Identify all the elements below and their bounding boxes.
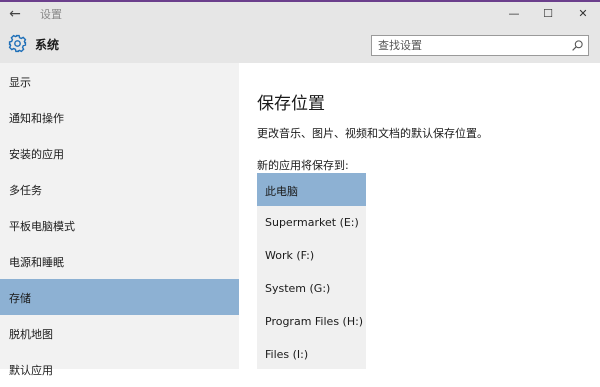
dropdown-option-system[interactable]: System (G:) <box>257 272 366 305</box>
dropdown-option-label: System (G:) <box>265 282 331 295</box>
sidebar-item-multitasking[interactable]: 多任务 <box>0 171 239 207</box>
dropdown-option-label: Supermarket (E:) <box>265 216 359 229</box>
maximize-icon: ☐ <box>543 7 553 20</box>
main-content: 保存位置 更改音乐、图片、视频和文档的默认保存位置。 新的应用将保存到: 此电脑… <box>239 63 600 369</box>
window-title: 设置 <box>40 8 62 21</box>
close-icon: ✕ <box>578 7 588 20</box>
sidebar-item-label: 默认应用 <box>9 364 53 377</box>
sidebar-item-label: 脱机地图 <box>9 328 53 341</box>
page-title: 保存位置 <box>257 94 325 114</box>
dropdown-option-label: Program Files (H:) <box>265 315 364 328</box>
close-button[interactable]: ✕ <box>566 2 600 25</box>
sidebar: 显示 通知和操作 安装的应用 多任务 平板电脑模式 电源和睡眠 存储 脱机地图 … <box>0 63 239 377</box>
sidebar-item-default-apps[interactable]: 默认应用 <box>0 351 239 387</box>
dropdown-option-this-pc[interactable]: 此电脑 <box>257 173 366 206</box>
sidebar-item-power-sleep[interactable]: 电源和睡眠 <box>0 243 239 279</box>
save-location-label: 新的应用将保存到: <box>257 159 349 172</box>
sidebar-item-display[interactable]: 显示 <box>0 63 239 99</box>
sidebar-item-label: 显示 <box>9 76 31 89</box>
sidebar-item-label: 存储 <box>9 292 31 305</box>
dropdown-option-label: Files (I:) <box>265 348 309 361</box>
section-description: 更改音乐、图片、视频和文档的默认保存位置。 <box>257 127 488 140</box>
settings-header: 系统 <box>0 25 600 63</box>
search-input[interactable] <box>378 38 563 53</box>
gear-icon <box>8 34 27 53</box>
dropdown-option-label: 此电脑 <box>265 185 298 198</box>
minimize-button[interactable]: — <box>497 2 531 25</box>
dropdown-option-label: Work (F:) <box>265 249 315 262</box>
sidebar-item-storage[interactable]: 存储 <box>0 279 239 315</box>
search-box[interactable] <box>371 35 589 56</box>
back-arrow-icon: ← <box>9 5 21 22</box>
sidebar-item-label: 安装的应用 <box>9 148 64 161</box>
back-button[interactable]: ← <box>0 2 30 25</box>
dropdown-option-supermarket[interactable]: Supermarket (E:) <box>257 206 366 239</box>
maximize-button[interactable]: ☐ <box>531 2 565 25</box>
search-icon[interactable] <box>571 39 584 52</box>
dropdown-option-program-files[interactable]: Program Files (H:) <box>257 305 366 338</box>
settings-window: ← 设置 — ☐ ✕ 系统 显示 通知和操作 <box>0 2 600 377</box>
sidebar-item-label: 平板电脑模式 <box>9 220 75 233</box>
save-location-dropdown[interactable]: 此电脑 Supermarket (E:) Work (F:) System (G… <box>257 173 366 369</box>
sidebar-item-label: 电源和睡眠 <box>9 256 64 269</box>
dropdown-option-files[interactable]: Files (I:) <box>257 338 366 371</box>
sidebar-item-label: 多任务 <box>9 184 42 197</box>
page-category-title: 系统 <box>35 38 60 52</box>
sidebar-item-installed-apps[interactable]: 安装的应用 <box>0 135 239 171</box>
sidebar-item-tablet-mode[interactable]: 平板电脑模式 <box>0 207 239 243</box>
sidebar-item-label: 通知和操作 <box>9 112 64 125</box>
sidebar-item-notifications[interactable]: 通知和操作 <box>0 99 239 135</box>
sidebar-item-offline-maps[interactable]: 脱机地图 <box>0 315 239 351</box>
title-bar: ← 设置 — ☐ ✕ <box>0 2 600 25</box>
minimize-icon: — <box>508 7 520 20</box>
dropdown-option-work[interactable]: Work (F:) <box>257 239 366 272</box>
